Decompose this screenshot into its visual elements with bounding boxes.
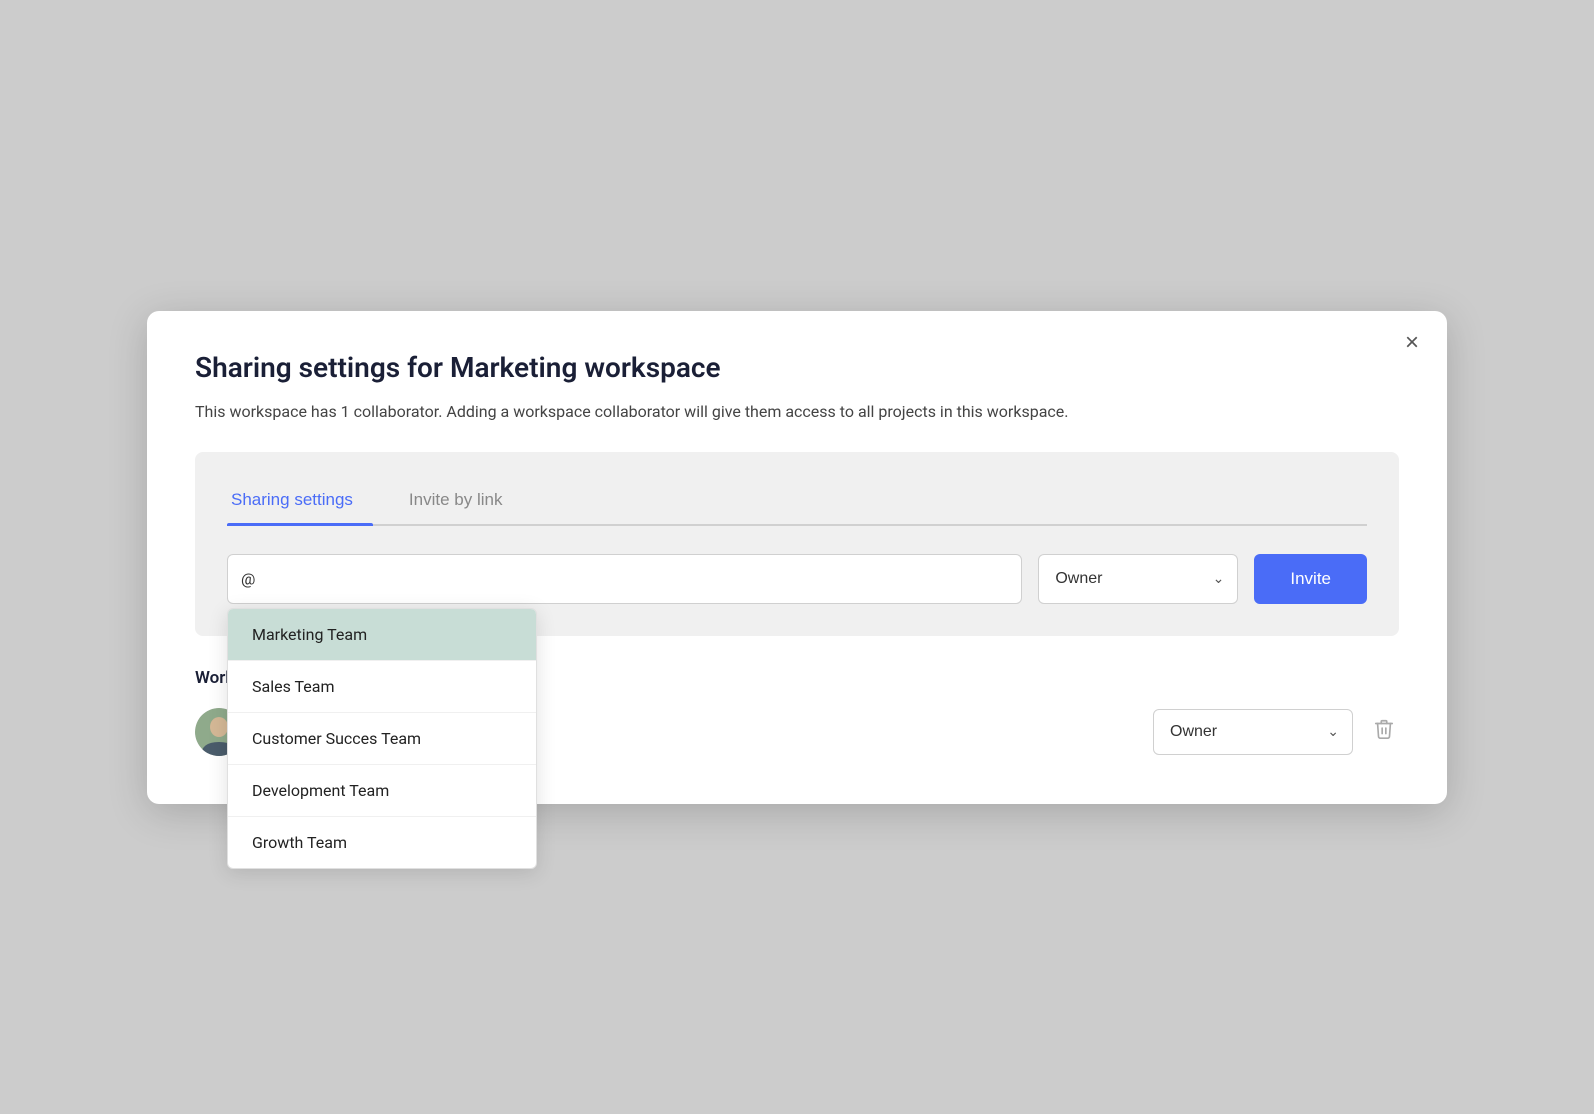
dropdown-item-growth-team[interactable]: Growth Team — [228, 817, 536, 868]
role-select[interactable]: Owner Editor Viewer — [1038, 554, 1238, 604]
role-select-wrapper: Owner Editor Viewer ⌄ — [1038, 554, 1238, 604]
collaborator-role-wrapper: Owner Editor Viewer ⌄ — [1153, 709, 1353, 755]
tab-bar: Sharing settings Invite by link — [227, 480, 1367, 526]
sharing-settings-modal: × Sharing settings for Marketing workspa… — [147, 311, 1447, 804]
modal-title: Sharing settings for Marketing workspace — [195, 351, 1399, 384]
team-dropdown-menu: Marketing Team Sales Team Customer Succe… — [227, 608, 537, 869]
dropdown-item-development-team[interactable]: Development Team — [228, 765, 536, 817]
modal-description: This workspace has 1 collaborator. Addin… — [195, 400, 1399, 424]
dropdown-item-customer-success-team[interactable]: Customer Succes Team — [228, 713, 536, 765]
tab-sharing-settings[interactable]: Sharing settings — [227, 480, 373, 524]
trash-icon — [1373, 718, 1395, 740]
delete-collaborator-button[interactable] — [1369, 714, 1399, 750]
email-input[interactable] — [227, 554, 1022, 604]
modal-backdrop: × Sharing settings for Marketing workspa… — [0, 0, 1594, 1114]
email-input-wrapper: @ Marketing Team Sales Team Customer Suc… — [227, 554, 1022, 604]
tab-invite-by-link[interactable]: Invite by link — [405, 480, 523, 524]
collaborator-role-select[interactable]: Owner Editor Viewer — [1153, 709, 1353, 755]
dropdown-item-marketing-team[interactable]: Marketing Team — [228, 609, 536, 661]
invite-button[interactable]: Invite — [1254, 554, 1367, 604]
tab-section: Sharing settings Invite by link @ Market… — [195, 452, 1399, 636]
dropdown-item-sales-team[interactable]: Sales Team — [228, 661, 536, 713]
close-button[interactable]: × — [1405, 331, 1419, 355]
invite-row: @ Marketing Team Sales Team Customer Suc… — [227, 554, 1367, 604]
